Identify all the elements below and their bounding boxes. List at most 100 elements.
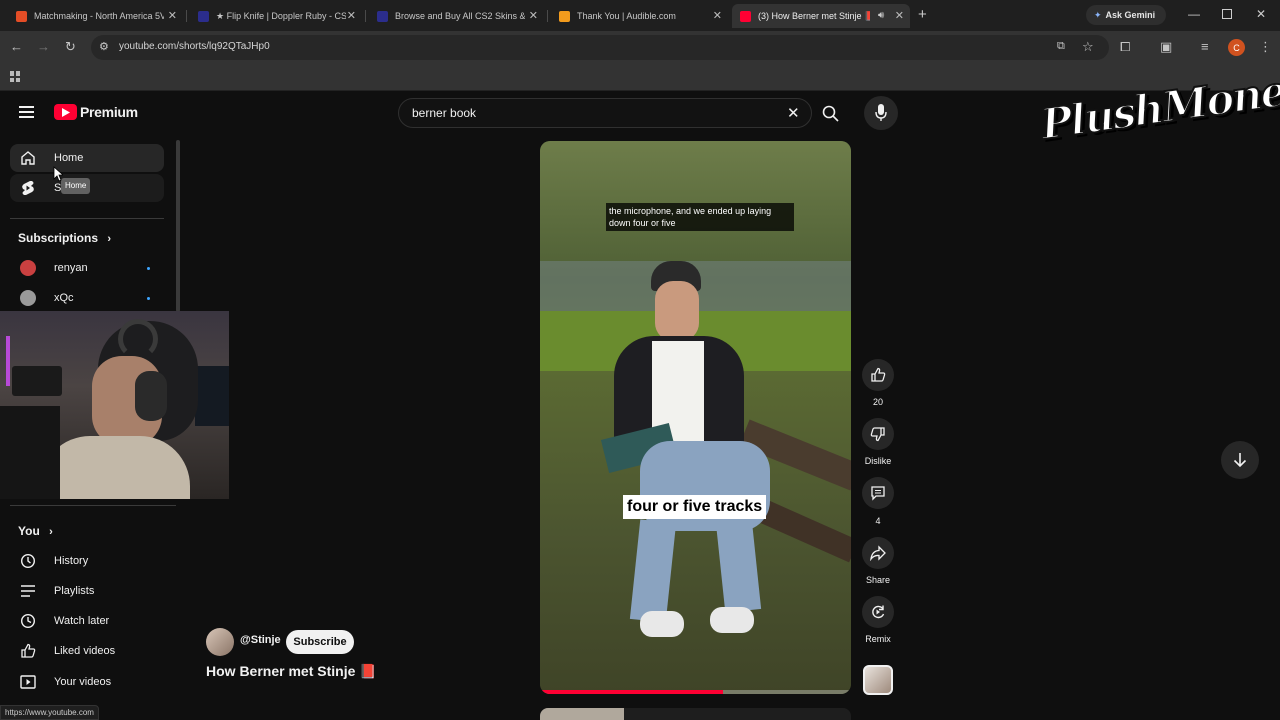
maximize-window-button[interactable] — [1222, 9, 1232, 19]
apps-grid-icon[interactable] — [10, 71, 21, 82]
status-bar-url: https://www.youtube.com — [0, 705, 99, 720]
comments-button[interactable] — [862, 477, 894, 509]
close-tab-icon[interactable]: ✕ — [895, 9, 904, 22]
tab-flip-knife[interactable]: ★ Flip Knife | Doppler Ruby - CSG ✕ — [190, 4, 362, 28]
comment-icon — [871, 486, 885, 501]
bookmarks-bar — [0, 64, 1280, 91]
tab-matchmaking[interactable]: Matchmaking - North America 5V ✕ — [8, 4, 183, 28]
sidebar-scrollbar[interactable] — [176, 140, 180, 312]
minimize-window-button[interactable]: — — [1188, 7, 1200, 21]
comment-count: 4 — [875, 516, 881, 526]
subtitle-caption: the microphone, and we ended up laying d… — [606, 203, 794, 231]
subscription-xqc[interactable]: xQc — [10, 284, 164, 312]
sidebar-item-history[interactable]: History — [10, 547, 164, 575]
media-controls-icon[interactable]: ≡ — [1201, 40, 1209, 53]
close-tab-icon[interactable]: ✕ — [168, 9, 177, 22]
extensions-icon[interactable]: ⧠ — [1120, 40, 1130, 53]
chevron-right-icon: › — [107, 233, 112, 245]
sound-thumbnail[interactable] — [863, 665, 893, 695]
sidebar-item-playlists[interactable]: Playlists — [10, 577, 164, 605]
search-button[interactable] — [812, 98, 852, 128]
shorts-video-player[interactable]: the microphone, and we ended up laying d… — [540, 141, 851, 694]
remix-label: Remix — [865, 634, 891, 644]
market-favicon-icon — [377, 10, 388, 22]
you-heading[interactable]: You › — [18, 524, 53, 538]
channel-avatar — [20, 290, 36, 306]
close-tab-icon[interactable]: ✕ — [529, 9, 538, 22]
ask-gemini-button[interactable]: ✦ Ask Gemini — [1086, 5, 1166, 25]
search-value[interactable]: berner book — [412, 106, 476, 120]
subscribe-button[interactable]: Subscribe — [286, 630, 354, 654]
tab-cs2-skins[interactable]: Browse and Buy All CS2 Skins & C ✕ — [369, 4, 544, 28]
watch-later-icon — [10, 613, 44, 629]
remix-icon — [872, 605, 885, 619]
liked-videos-icon — [10, 643, 44, 659]
faceit-favicon-icon — [16, 10, 27, 22]
close-window-button[interactable]: ✕ — [1256, 7, 1266, 21]
tab-title: Browse and Buy All CS2 Skins & C — [395, 11, 525, 21]
url-text[interactable]: youtube.com/shorts/lq92QTaJHp0 — [119, 41, 270, 52]
sidebar-item-liked-videos[interactable]: Liked videos — [10, 637, 164, 665]
bookmark-star-icon[interactable]: ☆ — [1082, 39, 1094, 55]
close-tab-icon[interactable]: ✕ — [347, 9, 356, 22]
logo-text: Premium — [80, 104, 138, 120]
sidebar-item-label: Home — [54, 152, 84, 164]
new-tab-button[interactable]: + — [918, 7, 927, 22]
like-count: 20 — [872, 397, 883, 407]
shorts-icon — [10, 180, 44, 196]
audible-favicon-icon — [559, 10, 570, 22]
remix-button[interactable] — [862, 596, 894, 628]
sidebar-item-label: History — [54, 555, 89, 567]
video-progress-track[interactable] — [540, 690, 851, 694]
youtube-premium-logo[interactable]: Premium — [54, 104, 138, 120]
next-short-button[interactable] — [1221, 441, 1259, 479]
subscriptions-heading[interactable]: Subscriptions › — [18, 231, 111, 245]
short-title[interactable]: How Berner met Stinje 📕 — [206, 663, 377, 680]
like-button[interactable] — [862, 359, 894, 391]
thumbs-down-icon — [870, 427, 885, 442]
subscriptions-title: Subscriptions — [18, 231, 99, 245]
address-bar[interactable]: ⚙ youtube.com/shorts/lq92QTaJHp0 ⧉ ☆ — [91, 35, 1109, 60]
back-icon[interactable]: ← — [10, 40, 23, 53]
tab-audible[interactable]: Thank You | Audible.com ✕ — [551, 4, 728, 28]
youtube-favicon-icon — [740, 10, 751, 22]
playlists-icon — [10, 584, 44, 598]
sidebar-item-your-videos[interactable]: Your videos — [10, 668, 164, 696]
guide-menu-icon[interactable] — [19, 106, 34, 118]
search-input[interactable]: berner book ✕ — [398, 98, 812, 128]
install-app-icon[interactable]: ⧉ — [1057, 40, 1065, 53]
channel-avatar[interactable] — [206, 628, 234, 656]
audio-playing-icon[interactable]: 🔊︎ — [878, 10, 884, 21]
channel-avatar — [20, 260, 36, 276]
profile-avatar[interactable]: C — [1228, 39, 1245, 56]
sidebar-item-home[interactable]: Home — [10, 144, 164, 172]
sidebar-panel-icon[interactable]: ▣ — [1160, 40, 1172, 53]
chevron-right-icon: › — [49, 526, 53, 538]
forward-icon[interactable]: → — [37, 40, 50, 53]
clear-search-icon[interactable]: ✕ — [787, 104, 800, 122]
reload-icon[interactable]: ↻ — [65, 40, 76, 53]
history-icon — [10, 553, 44, 569]
sidebar-item-label: Watch later — [54, 615, 110, 627]
tab-title: ★ Flip Knife | Doppler Ruby - CSG — [216, 10, 346, 21]
share-button[interactable] — [862, 537, 894, 569]
you-title: You — [18, 524, 40, 538]
next-short-preview[interactable] — [540, 708, 851, 720]
browser-menu-icon[interactable]: ⋮ — [1259, 40, 1272, 53]
subscription-name: renyan — [54, 262, 88, 274]
sidebar-item-label: Liked videos — [54, 645, 116, 657]
dislike-button[interactable] — [862, 418, 894, 450]
voice-search-button[interactable] — [864, 96, 898, 130]
sidebar-item-watch-later[interactable]: Watch later — [10, 607, 164, 635]
tab-youtube-short[interactable]: (3) How Berner met Stinje 📕 🔊︎ ✕ — [732, 4, 910, 28]
microphone-icon — [875, 104, 887, 121]
market-favicon-icon — [198, 10, 209, 22]
new-content-dot — [147, 297, 150, 300]
channel-handle[interactable]: @Stinje — [240, 634, 281, 646]
home-tooltip: Home — [61, 178, 91, 194]
close-tab-icon[interactable]: ✕ — [713, 9, 722, 22]
site-info-icon[interactable]: ⚙ — [99, 40, 109, 53]
share-label: Share — [865, 575, 891, 585]
subscription-renyan[interactable]: renyan — [10, 254, 164, 282]
burned-in-caption: four or five tracks — [623, 495, 767, 519]
